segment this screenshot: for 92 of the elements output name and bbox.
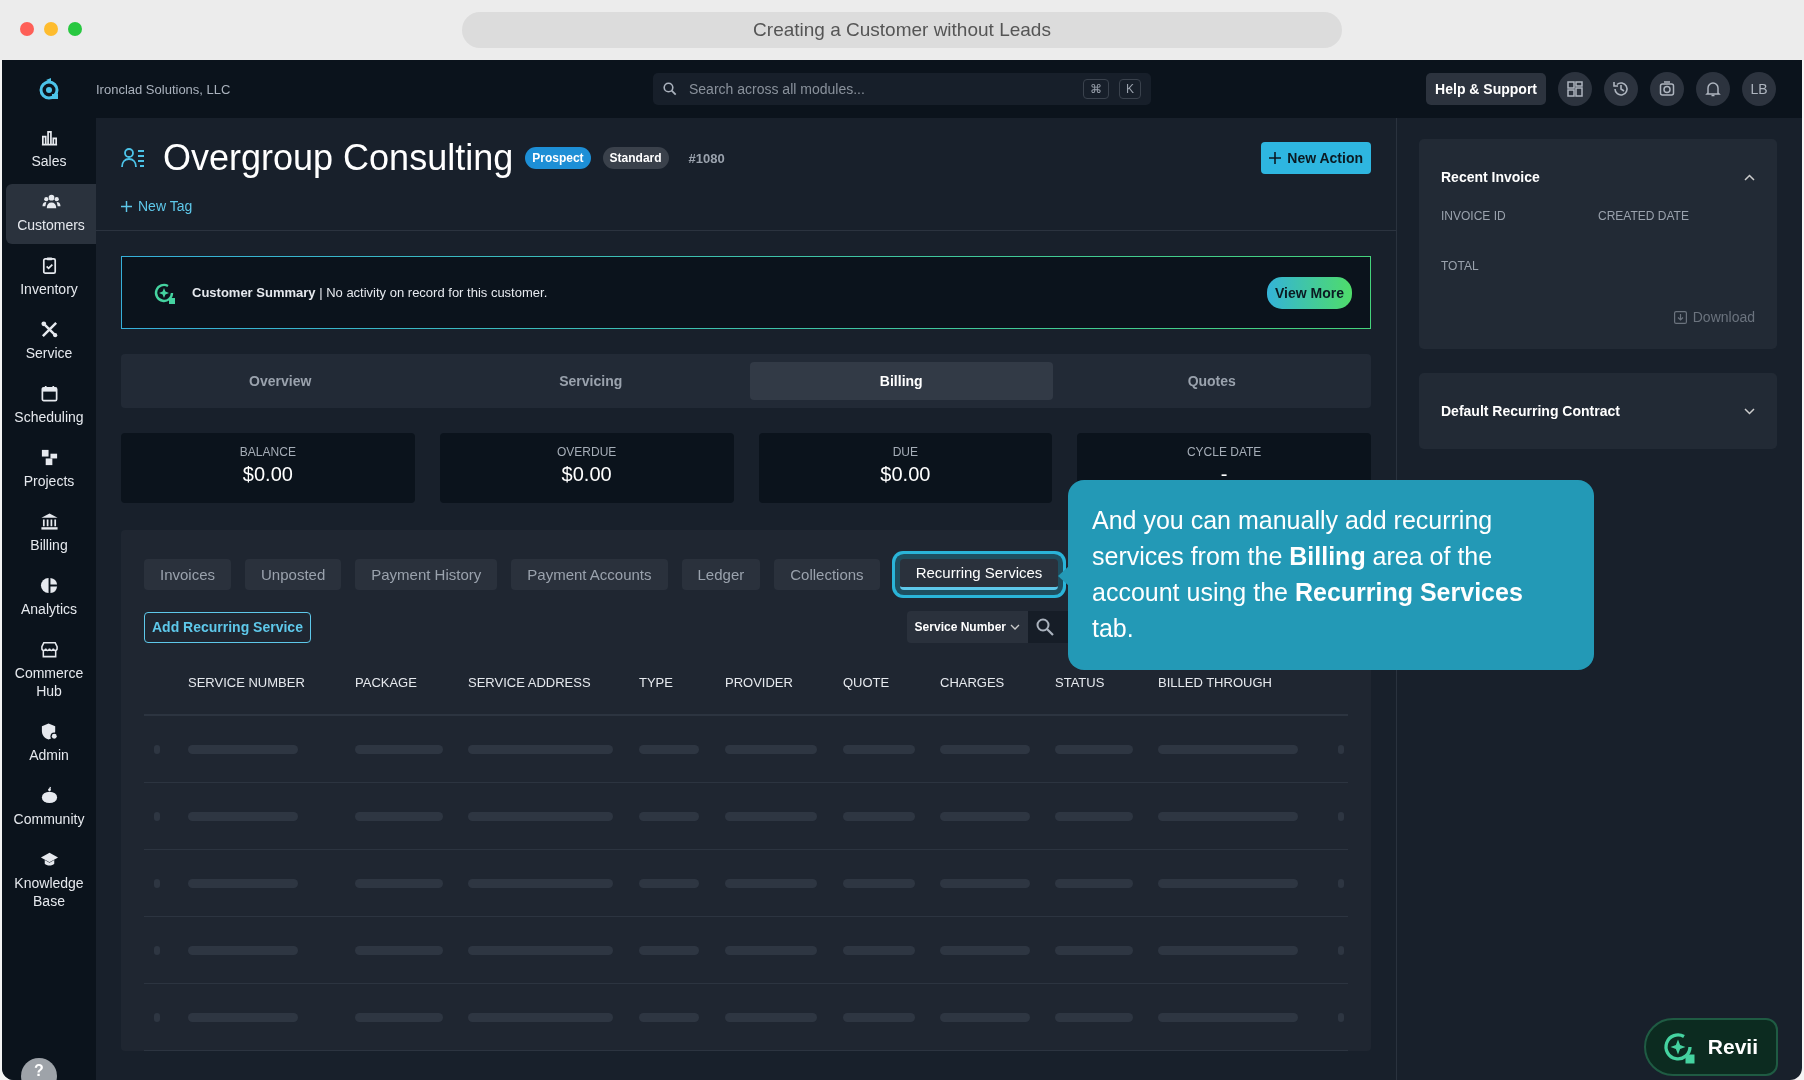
download-icon <box>1673 310 1687 324</box>
subtab[interactable]: Unposted <box>245 558 342 590</box>
chevron-down-icon <box>1010 624 1020 630</box>
field-label: TOTAL <box>1441 259 1480 273</box>
dashboard-icon <box>1567 81 1583 97</box>
column-header: QUOTE <box>843 674 891 690</box>
sidebar-item[interactable]: Customers <box>6 184 96 244</box>
column-header: STATUS <box>1055 674 1106 690</box>
people-icon <box>41 192 61 211</box>
bar-chart-icon <box>39 128 59 147</box>
chevron-down-icon[interactable] <box>1744 407 1755 415</box>
graduation-cap-icon <box>39 850 59 869</box>
shortcut-key: K <box>1119 79 1141 99</box>
browser-title-bar: Creating a Customer without Leads <box>462 12 1342 48</box>
blocks-icon <box>39 448 59 467</box>
sidebar-item[interactable]: Scheduling <box>2 376 96 436</box>
plus-icon <box>121 200 132 212</box>
column-header: BILLED THROUGH <box>1158 674 1273 690</box>
card-title: Recent Invoice <box>1441 169 1540 185</box>
section-tab[interactable]: Servicing <box>439 362 742 400</box>
field-label: CREATED DATE <box>1598 209 1690 223</box>
history-button[interactable] <box>1604 72 1638 106</box>
sidebar-item[interactable]: Inventory <box>2 248 96 308</box>
sidebar-item[interactable]: Admin <box>2 714 96 774</box>
help-support-button[interactable]: Help & Support <box>1426 73 1546 105</box>
calendar-icon <box>39 384 59 403</box>
status-badge: Prospect <box>525 147 591 169</box>
user-avatar[interactable]: LB <box>1742 72 1776 106</box>
bell-icon <box>1705 81 1721 97</box>
dashboard-button[interactable] <box>1558 72 1592 106</box>
summary-text: Customer Summary | No activity on record for this customer. <box>192 285 548 300</box>
chevron-up-icon[interactable] <box>1744 173 1755 181</box>
search-icon <box>663 82 677 96</box>
section-tab[interactable]: Overview <box>129 362 432 400</box>
add-recurring-service-button[interactable]: Add Recurring Service <box>144 611 311 643</box>
company-name: Ironclad Solutions, LLC <box>96 81 232 97</box>
pie-chart-icon <box>39 576 59 595</box>
customer-name: Overgroup Consulting <box>163 137 514 179</box>
search-field[interactable] <box>1028 611 1068 643</box>
sidebar-item[interactable]: Commerce Hub <box>2 632 96 710</box>
history-icon <box>1612 80 1630 98</box>
sidebar-item[interactable]: Service <box>2 312 96 372</box>
stat-label: CYCLE DATE <box>1186 445 1262 459</box>
column-header: CHARGES <box>940 674 1006 690</box>
column-header: SERVICE ADDRESS <box>468 674 592 690</box>
subtab[interactable]: Payment History <box>355 558 498 590</box>
sidebar-item[interactable]: Analytics <box>2 568 96 628</box>
customer-number: #1080 <box>688 150 725 166</box>
shortcut-key: ⌘ <box>1083 79 1109 99</box>
column-header: TYPE <box>639 674 674 690</box>
subtab[interactable]: Ledger <box>681 558 761 590</box>
plus-icon <box>1269 152 1282 164</box>
search-icon <box>1036 618 1054 636</box>
search-field[interactable]: Search across all modules... <box>687 80 1073 98</box>
status-badge: Standard <box>602 147 669 169</box>
section-tab[interactable]: Billing <box>750 362 1053 400</box>
tools-icon <box>39 320 59 339</box>
sidebar-item[interactable]: Projects <box>2 440 96 500</box>
stat-label: OVERDUE <box>556 445 617 459</box>
stat-label: DUE <box>892 445 919 459</box>
sidebar-item[interactable]: Billing <box>2 504 96 564</box>
new-tag-link[interactable]: New Tag <box>121 198 193 214</box>
shield-icon <box>39 722 59 741</box>
section-tab[interactable]: Quotes <box>1060 362 1363 400</box>
stat-value: $0.00 <box>880 463 931 486</box>
notifications-button[interactable] <box>1696 72 1730 106</box>
bank-icon <box>39 512 59 531</box>
sidebar-item[interactable]: Community <box>2 778 96 838</box>
filter-dropdown[interactable]: Service Number <box>906 611 1028 643</box>
stat-label: BALANCE <box>239 445 296 459</box>
field-label: INVOICE ID <box>1441 209 1507 223</box>
tooltip: And you can manually add recurring services from the Billing area of the account using the Recurring Services tab. <box>1068 480 1594 670</box>
close-window-icon[interactable] <box>20 22 34 36</box>
subtab[interactable]: Invoices <box>144 558 232 590</box>
stat-value: $0.00 <box>561 463 612 486</box>
storefront-icon <box>39 640 59 659</box>
subtab[interactable]: Payment Accounts <box>511 558 668 590</box>
subtab[interactable]: Collections <box>774 558 880 590</box>
download-button: Download <box>1673 309 1755 325</box>
column-header: SERVICE NUMBER <box>188 674 306 690</box>
sidebar-item[interactable]: Sales <box>2 120 96 180</box>
assistant-button[interactable]: Revii <box>1643 1018 1778 1076</box>
column-header: PACKAGE <box>355 674 418 690</box>
column-header: PROVIDER <box>725 674 794 690</box>
app-logo-icon[interactable] <box>38 77 60 101</box>
stat-value: $0.00 <box>242 463 293 486</box>
view-more-button[interactable]: View More <box>1267 276 1352 309</box>
new-action-button[interactable]: New Action <box>1261 142 1371 174</box>
sidebar-item[interactable]: Knowledge Base <box>2 842 96 920</box>
card-title: Default Recurring Contract <box>1441 403 1620 419</box>
search-bar[interactable]: Search across all modules... ⌘ K <box>653 73 1151 105</box>
contact-list-icon <box>121 147 145 169</box>
